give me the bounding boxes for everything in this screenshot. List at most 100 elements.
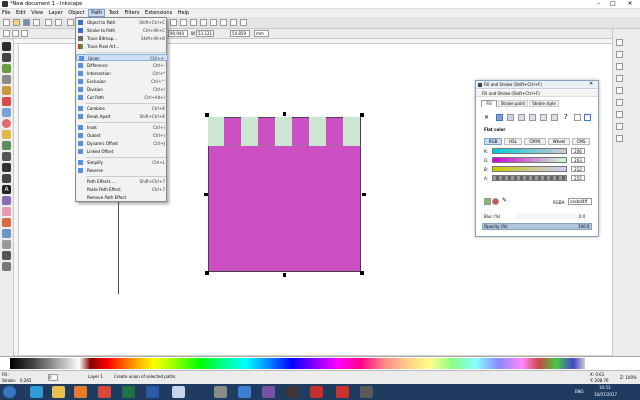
stripe-2[interactable]: [241, 117, 258, 146]
excel-icon[interactable]: [122, 386, 135, 398]
open-icon[interactable]: [13, 19, 20, 26]
mesh-tool-icon[interactable]: [2, 240, 11, 249]
color-tab-cms[interactable]: CMS: [572, 138, 590, 145]
rectangle-tool-icon[interactable]: [2, 97, 11, 106]
zoom-level[interactable]: Z: 100%: [620, 375, 637, 380]
menu-item-trace-pixel-art[interactable]: Trace Pixel Art...: [76, 43, 168, 50]
snap-toggle-icon[interactable]: [616, 39, 623, 46]
tab-stroke-style[interactable]: Stroke style: [529, 100, 559, 107]
tweak-tool-icon[interactable]: [2, 64, 11, 73]
opacity-value[interactable]: 100.0: [578, 224, 589, 229]
menu-item-exclusion[interactable]: Exclusion Ctrl+^: [76, 78, 168, 85]
scale-handle-bl[interactable]: [205, 271, 209, 275]
word-icon[interactable]: [146, 386, 159, 398]
app-icon-13[interactable]: [336, 386, 349, 398]
close-icon[interactable]: ✕: [620, 0, 640, 8]
mesh-gradient-icon[interactable]: [529, 114, 536, 121]
linear-gradient-icon[interactable]: [507, 114, 514, 121]
scale-handle-r[interactable]: [362, 193, 366, 196]
menu-view[interactable]: View: [29, 9, 45, 17]
scale-handle-tr[interactable]: [360, 113, 364, 117]
3d-box-tool-icon[interactable]: [2, 108, 11, 117]
layer-select[interactable]: Layer 1: [88, 374, 103, 379]
fill-stroke-icon[interactable]: [200, 19, 207, 26]
gradient-tool-icon[interactable]: [2, 229, 11, 238]
no-paint-icon[interactable]: ✕: [484, 114, 489, 121]
snap-grid-icon[interactable]: [616, 135, 623, 142]
node-tool-icon[interactable]: [2, 53, 11, 62]
blur-value[interactable]: 0.0: [579, 214, 585, 219]
new-document-icon[interactable]: [3, 19, 10, 26]
snap-page-icon[interactable]: [616, 123, 623, 130]
channel-g-slider[interactable]: [492, 157, 567, 163]
undo-icon[interactable]: [67, 19, 74, 26]
stroke-width-value[interactable]: 0.265: [20, 378, 31, 383]
menu-item-remove-path-effect[interactable]: Remove Path Effect: [76, 194, 168, 201]
menu-item-object-to-path[interactable]: Object to Path Shift+Ctrl+C: [76, 19, 168, 26]
fill-rule-evenodd-icon[interactable]: [574, 114, 581, 121]
channel-a-value[interactable]: 255: [571, 175, 585, 181]
zoom-icon[interactable]: [170, 19, 177, 26]
palette-swatches[interactable]: [10, 358, 585, 369]
x-field[interactable]: 53.121: [196, 30, 214, 37]
unit-select[interactable]: mm: [254, 30, 269, 37]
inkscape-taskbar-icon[interactable]: [360, 386, 373, 398]
menu-item-outset[interactable]: Outset Ctrl+): [76, 132, 168, 139]
w-field[interactable]: 90.940: [168, 30, 188, 37]
menu-help[interactable]: Help: [176, 9, 191, 17]
menu-layer[interactable]: Layer: [47, 9, 65, 17]
stripe-4[interactable]: [309, 117, 326, 146]
snap-intersection-icon[interactable]: [616, 87, 623, 94]
rgba-field[interactable]: cecbd4ff: [568, 198, 592, 205]
menu-item-break-apart[interactable]: Break Apart Shift+Ctrl+K: [76, 113, 168, 120]
flip-icon[interactable]: [21, 30, 28, 37]
spiral-tool-icon[interactable]: [2, 141, 11, 150]
snap-center-icon[interactable]: [616, 99, 623, 106]
pencil-tool-icon[interactable]: [2, 152, 11, 161]
fill-rule-nonzero-icon[interactable]: [584, 114, 591, 121]
menu-path[interactable]: Path: [88, 9, 106, 17]
channel-r-slider[interactable]: [492, 148, 567, 154]
calligraphy-tool-icon[interactable]: [2, 174, 11, 183]
menu-item-division[interactable]: Division Ctrl+/: [76, 86, 168, 93]
stripe-3[interactable]: [275, 117, 292, 146]
menu-item-difference[interactable]: Difference Ctrl+-: [76, 62, 168, 69]
pattern-icon[interactable]: [540, 114, 547, 121]
measure-tool-icon[interactable]: [2, 86, 11, 95]
menu-item-intersection[interactable]: Intersection Ctrl+*: [76, 70, 168, 77]
save-icon[interactable]: [23, 19, 30, 26]
app-icon-9[interactable]: [238, 386, 251, 398]
h-field[interactable]: 54.859: [230, 30, 250, 37]
snap-nodes-icon[interactable]: [616, 63, 623, 70]
bucket-tool-icon[interactable]: [2, 218, 11, 227]
color-managed-icon[interactable]: [492, 198, 499, 205]
menu-text[interactable]: Text: [107, 9, 121, 17]
menu-extensions[interactable]: Extensions: [143, 9, 174, 17]
eyedropper-icon[interactable]: ✎: [502, 197, 507, 204]
text-tool-icon[interactable]: A: [2, 185, 11, 194]
start-button-icon[interactable]: [3, 386, 16, 398]
text-font-icon[interactable]: [210, 19, 217, 26]
scale-handle-br[interactable]: [360, 271, 364, 275]
acrobat-icon[interactable]: [310, 386, 323, 398]
export-icon[interactable]: [55, 19, 62, 26]
xml-editor-icon[interactable]: [220, 19, 227, 26]
rotate-icon[interactable]: [12, 30, 19, 37]
chrome-icon[interactable]: [98, 386, 111, 398]
channel-r-value[interactable]: 206: [571, 148, 585, 154]
selector-tool-icon[interactable]: [2, 42, 11, 51]
snap-bbox-icon[interactable]: [616, 51, 623, 58]
swatch-icon[interactable]: [551, 114, 558, 121]
scale-handle-tl[interactable]: [205, 113, 209, 117]
menu-item-paste-path-effect[interactable]: Paste Path Effect Ctrl+7: [76, 186, 168, 193]
print-icon[interactable]: [33, 19, 40, 26]
menu-filters[interactable]: Filters: [122, 9, 141, 17]
import-icon[interactable]: [45, 19, 52, 26]
pen-tool-icon[interactable]: [2, 163, 11, 172]
channel-b-value[interactable]: 212: [571, 166, 585, 172]
minimize-icon[interactable]: –: [592, 0, 606, 8]
menu-object[interactable]: Object: [66, 9, 86, 17]
app-icon-11[interactable]: [286, 386, 299, 398]
menu-item-path-effects[interactable]: Path Effects ... Shift+Ctrl+7: [76, 178, 168, 185]
color-tab-hsl[interactable]: HSL: [504, 138, 522, 145]
